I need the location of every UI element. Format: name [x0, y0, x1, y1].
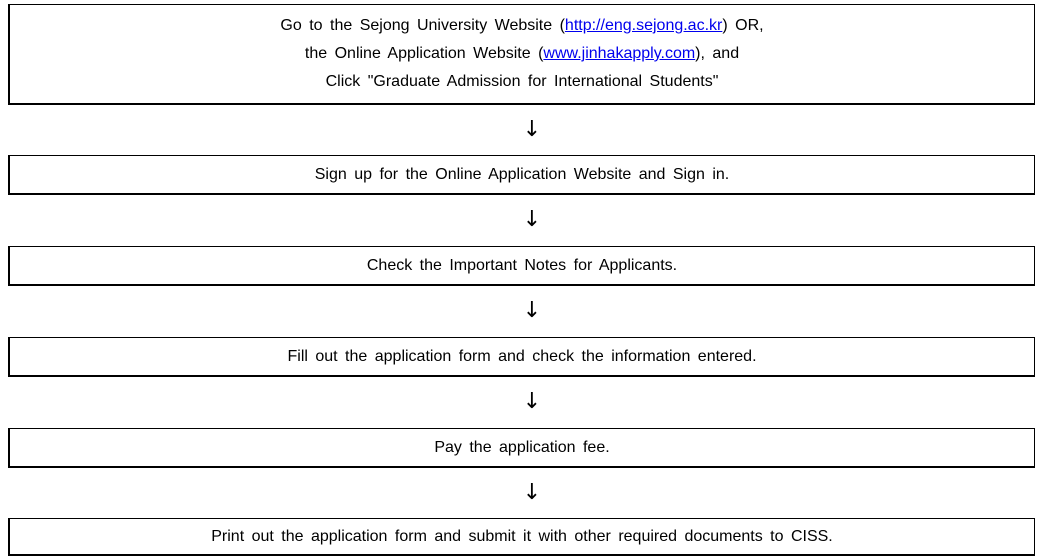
step-5-text: Pay the application fee.	[434, 438, 610, 456]
step-6-box: Print out the application form and submi…	[8, 518, 1035, 556]
step-1-box: Go to the Sejong University Website (htt…	[8, 4, 1035, 105]
down-arrow-icon: ↓	[522, 298, 542, 323]
step-1-line-1: Go to the Sejong University Website (htt…	[280, 12, 763, 40]
step-4-text: Fill out the application form and check …	[287, 347, 757, 365]
jinhakapply-website-link[interactable]: www.jinhakapply.com	[543, 45, 695, 62]
down-arrow-icon: ↓	[522, 117, 542, 142]
step-2-text: Sign up for the Online Application Websi…	[314, 165, 730, 183]
step-3-box: Check the Important Notes for Applicants…	[8, 246, 1035, 286]
step-1-line-2: the Online Application Website (www.jinh…	[305, 40, 739, 68]
down-arrow-icon: ↓	[522, 389, 542, 414]
step-1-text-c: the Online Application Website (	[304, 45, 544, 62]
step-2-box: Sign up for the Online Application Websi…	[8, 155, 1035, 195]
down-arrow-icon: ↓	[522, 480, 542, 505]
step-1-text-b: ) OR,	[722, 17, 764, 34]
down-arrow-icon: ↓	[522, 207, 542, 232]
step-6-text: Print out the application form and submi…	[211, 527, 833, 545]
step-3-text: Check the Important Notes for Applicants…	[366, 256, 678, 274]
sejong-website-link[interactable]: http://eng.sejong.ac.kr	[565, 17, 722, 34]
step-5-box: Pay the application fee.	[8, 428, 1035, 468]
step-1-line-3: Click "Graduate Admission for Internatio…	[325, 73, 719, 90]
step-4-box: Fill out the application form and check …	[8, 337, 1035, 377]
step-1-text-d: ), and	[695, 45, 740, 62]
step-1-text-a: Go to the Sejong University Website (	[280, 17, 565, 34]
